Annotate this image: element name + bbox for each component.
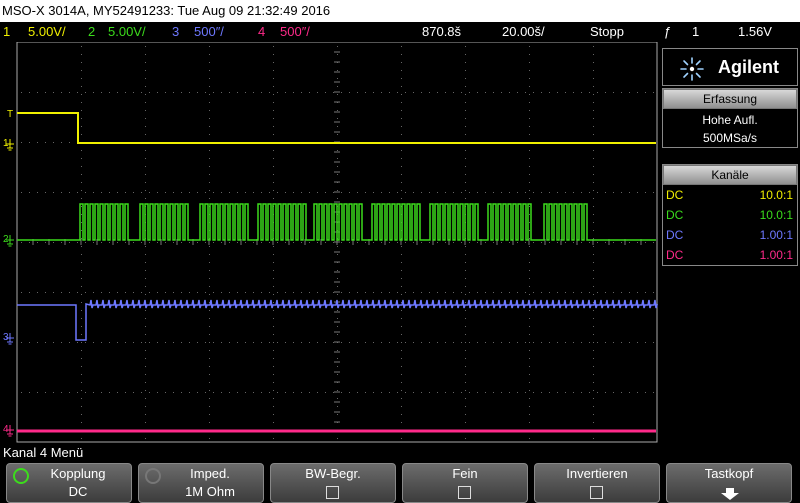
trigger-source[interactable]: 1 [692,22,699,42]
fine-label: Fein [452,466,478,481]
bw-limit-label: BW-Begr. [305,466,361,481]
channel-row-2[interactable]: DC 10.0:1 [663,205,797,225]
channel-coupling: DC [666,188,684,202]
impedance-softkey[interactable]: Imped. 1M Ohm [138,463,264,503]
run-state: Stopp [590,24,624,39]
trigger-marker-label: T [7,109,13,120]
trigger-level[interactable]: 1.56V [738,22,772,42]
channel-status-bar: 1 5.00V/ 2 5.00V/ 3 500″/ 4 500″/ 870.8š… [0,22,800,42]
ch1-number[interactable]: 1 [3,22,10,42]
invert-softkey[interactable]: Invertieren [534,463,660,503]
ch3-number[interactable]: 3 [172,22,179,42]
horizontal-delay[interactable]: 870.8š [422,22,461,42]
brand-box: Agilent [662,48,798,86]
title-text: MSO-X 3014A, MY52491233: Tue Aug 09 21:3… [2,3,331,18]
acquisition-header: Erfassung [663,89,797,109]
channel-row-3[interactable]: DC 1.00:1 [663,225,797,245]
acquisition-mode: Hohe Aufl. [702,113,758,127]
menu-title: Kanal 4 Menü [0,444,800,462]
channels-box[interactable]: Kanäle DC 10.0:1 DC 10.0:1 DC 1.00:1 DC 1.00… [662,164,798,266]
trigger-level-marker[interactable]: T [7,109,13,120]
ch2-number[interactable]: 2 [88,22,95,42]
channel-row-4[interactable]: DC 1.00:1 [663,245,797,265]
coupling-softkey[interactable]: Kopplung DC [6,463,132,503]
probe-softkey[interactable]: Tastkopf [666,463,792,503]
impedance-label: Imped. [190,466,230,481]
channel-coupling: DC [666,208,684,222]
title-bar: MSO-X 3014A, MY52491233: Tue Aug 09 21:3… [0,0,800,22]
ch1-scale[interactable]: 5.00V/ [28,22,66,42]
channel-row-1[interactable]: DC 10.0:1 [663,185,797,205]
sample-rate: 500MSa/s [702,131,758,145]
coupling-label: Kopplung [50,466,106,481]
timebase-scale[interactable]: 20.00š/ [502,22,545,42]
probe-label: Tastkopf [704,466,754,481]
coupling-value: DC [68,484,88,499]
ch3-scale[interactable]: 500″/ [194,22,224,42]
brand-name: Agilent [718,57,779,77]
channel-probe: 1.00:1 [759,228,793,242]
fine-softkey[interactable]: Fein [402,463,528,503]
invert-label: Invertieren [566,466,628,481]
side-panel: Agilent Erfassung Hohe Aufl. 500MSa/s Ka… [660,44,800,444]
channel-coupling: DC [666,228,684,242]
channel-coupling: DC [666,248,684,262]
fine-checkbox [458,486,471,499]
ch4-number[interactable]: 4 [258,22,265,42]
agilent-spark-icon [680,57,704,81]
channel-probe: 10.0:1 [759,188,793,202]
channels-header: Kanäle [663,165,797,185]
waveform-graticule: T 1 2 3 4 [0,41,660,444]
ch2-scale[interactable]: 5.00V/ [108,22,146,42]
acquisition-box[interactable]: Erfassung Hohe Aufl. 500MSa/s [662,88,798,148]
trigger-slope-icon: ƒ [664,24,672,39]
channel-probe: 10.0:1 [759,208,793,222]
softkey-bar: Kopplung DC Imped. 1M Ohm BW-Begr. Fein … [0,462,800,503]
bw-limit-checkbox [326,486,339,499]
bw-limit-softkey[interactable]: BW-Begr. [270,463,396,503]
channel-probe: 1.00:1 [759,248,793,262]
invert-checkbox [590,486,603,499]
waveform-display[interactable]: T 1 2 3 4 [0,41,660,444]
submenu-arrow-icon [721,488,739,500]
impedance-value: 1M Ohm [185,484,235,499]
ch4-scale[interactable]: 500″/ [280,22,310,42]
